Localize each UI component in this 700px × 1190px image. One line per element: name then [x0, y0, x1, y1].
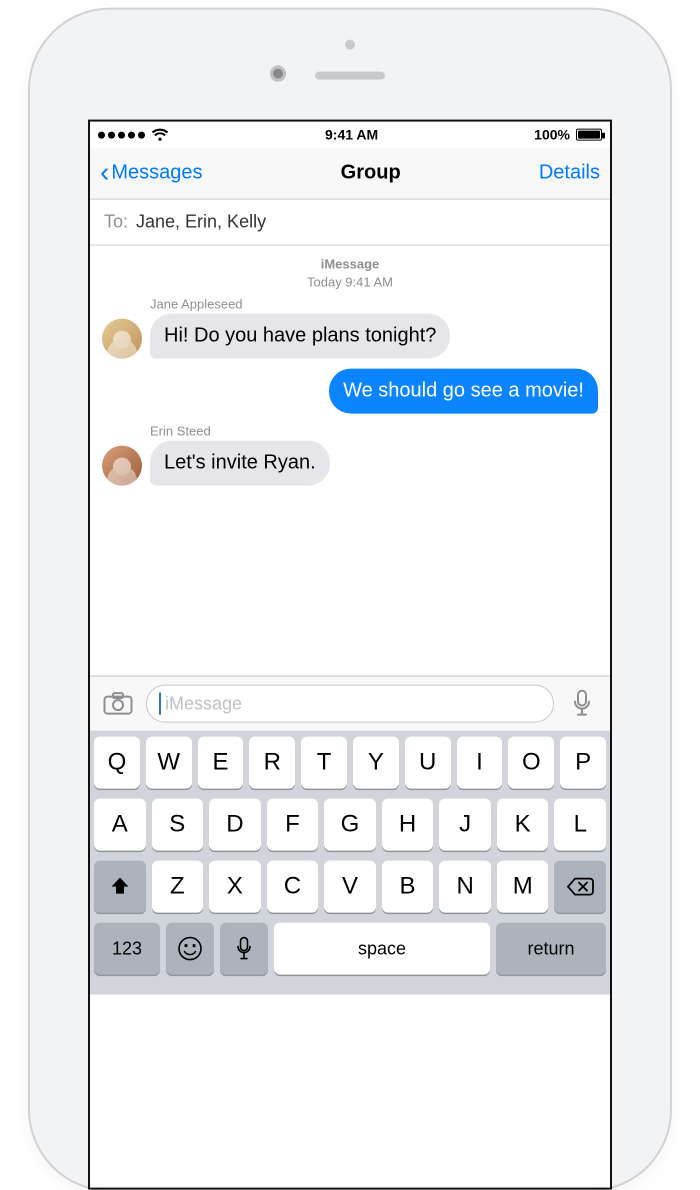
key-space[interactable]: space	[274, 923, 490, 975]
key-j[interactable]: J	[439, 799, 491, 851]
key-h[interactable]: H	[382, 799, 434, 851]
key-numbers[interactable]: 123	[94, 923, 160, 975]
compose-bar: iMessage	[90, 676, 610, 731]
key-g[interactable]: G	[324, 799, 376, 851]
key-k[interactable]: K	[497, 799, 549, 851]
camera-button[interactable]	[100, 686, 136, 722]
avatar[interactable]	[102, 446, 142, 486]
key-o[interactable]: O	[508, 737, 554, 789]
phone-body: 9:41 AM 100% ‹ Messages Group Details	[30, 10, 670, 1190]
key-m[interactable]: M	[497, 861, 549, 913]
key-f[interactable]: F	[267, 799, 319, 851]
key-z[interactable]: Z	[152, 861, 204, 913]
proximity-sensor	[345, 40, 355, 50]
battery-percent: 100%	[534, 127, 570, 143]
microphone-icon	[572, 690, 592, 718]
battery-icon	[576, 129, 602, 141]
key-b[interactable]: B	[382, 861, 434, 913]
keyboard-row-2: A S D F G H J K L	[94, 799, 606, 851]
key-u[interactable]: U	[405, 737, 451, 789]
phone-frame: 9:41 AM 100% ‹ Messages Group Details	[0, 10, 700, 1190]
keyboard: Q W E R T Y U I O P A S D F G H	[90, 731, 610, 995]
key-c[interactable]: C	[267, 861, 319, 913]
key-r[interactable]: R	[249, 737, 295, 789]
key-s[interactable]: S	[152, 799, 204, 851]
to-label: To:	[104, 212, 128, 233]
earpiece-speaker	[315, 72, 385, 80]
message-bubble-incoming[interactable]: Hi! Do you have plans tonight?	[150, 314, 450, 359]
backspace-icon	[566, 877, 594, 897]
message-placeholder: iMessage	[165, 693, 242, 714]
message-row: We should go see a movie!	[102, 369, 598, 414]
key-return[interactable]: return	[496, 923, 606, 975]
cellular-signal-icon	[98, 131, 145, 138]
emoji-icon	[177, 936, 203, 962]
key-v[interactable]: V	[324, 861, 376, 913]
key-t[interactable]: T	[301, 737, 347, 789]
key-p[interactable]: P	[560, 737, 606, 789]
status-bar: 9:41 AM 100%	[90, 122, 610, 148]
microphone-icon	[236, 937, 252, 961]
message-row: Let's invite Ryan.	[102, 441, 598, 486]
key-emoji[interactable]	[166, 923, 214, 975]
recipients: Jane, Erin, Kelly	[136, 212, 266, 233]
key-e[interactable]: E	[198, 737, 244, 789]
sender-name: Jane Appleseed	[150, 297, 598, 312]
key-x[interactable]: X	[209, 861, 261, 913]
navigation-bar: ‹ Messages Group Details	[90, 148, 610, 200]
message-bubble-outgoing[interactable]: We should go see a movie!	[329, 369, 598, 414]
key-a[interactable]: A	[94, 799, 146, 851]
key-dictation[interactable]	[220, 923, 268, 975]
key-w[interactable]: W	[146, 737, 192, 789]
conversation[interactable]: iMessage Today 9:41 AM Jane Appleseed Hi…	[90, 246, 610, 676]
key-d[interactable]: D	[209, 799, 261, 851]
screen: 9:41 AM 100% ‹ Messages Group Details	[88, 120, 612, 1190]
message-input[interactable]: iMessage	[146, 685, 554, 723]
front-camera	[270, 66, 286, 82]
key-l[interactable]: L	[554, 799, 606, 851]
thread-timestamp: Today 9:41 AM	[307, 274, 393, 289]
key-y[interactable]: Y	[353, 737, 399, 789]
text-caret	[159, 693, 161, 715]
message-bubble-incoming[interactable]: Let's invite Ryan.	[150, 441, 330, 486]
thread-header: iMessage Today 9:41 AM	[102, 256, 598, 291]
camera-icon	[103, 692, 133, 716]
dictation-button[interactable]	[564, 686, 600, 722]
back-label: Messages	[111, 162, 202, 185]
message-row: Hi! Do you have plans tonight?	[102, 314, 598, 359]
details-button[interactable]: Details	[539, 162, 600, 185]
sender-name: Erin Steed	[150, 424, 598, 439]
key-backspace[interactable]	[554, 861, 606, 913]
key-q[interactable]: Q	[94, 737, 140, 789]
nav-title: Group	[341, 162, 401, 185]
wifi-icon	[151, 128, 169, 142]
status-time: 9:41 AM	[325, 127, 378, 143]
shift-icon	[109, 876, 131, 898]
keyboard-row-3: Z X C V B N M	[94, 861, 606, 913]
to-field[interactable]: To: Jane, Erin, Kelly	[90, 200, 610, 246]
keyboard-row-4: 123 space	[94, 923, 606, 975]
back-button[interactable]: ‹ Messages	[100, 160, 202, 186]
chevron-left-icon: ‹	[100, 158, 109, 186]
avatar[interactable]	[102, 319, 142, 359]
key-shift[interactable]	[94, 861, 146, 913]
service-label: iMessage	[102, 256, 598, 274]
keyboard-row-1: Q W E R T Y U I O P	[94, 737, 606, 789]
key-i[interactable]: I	[457, 737, 503, 789]
key-n[interactable]: N	[439, 861, 491, 913]
